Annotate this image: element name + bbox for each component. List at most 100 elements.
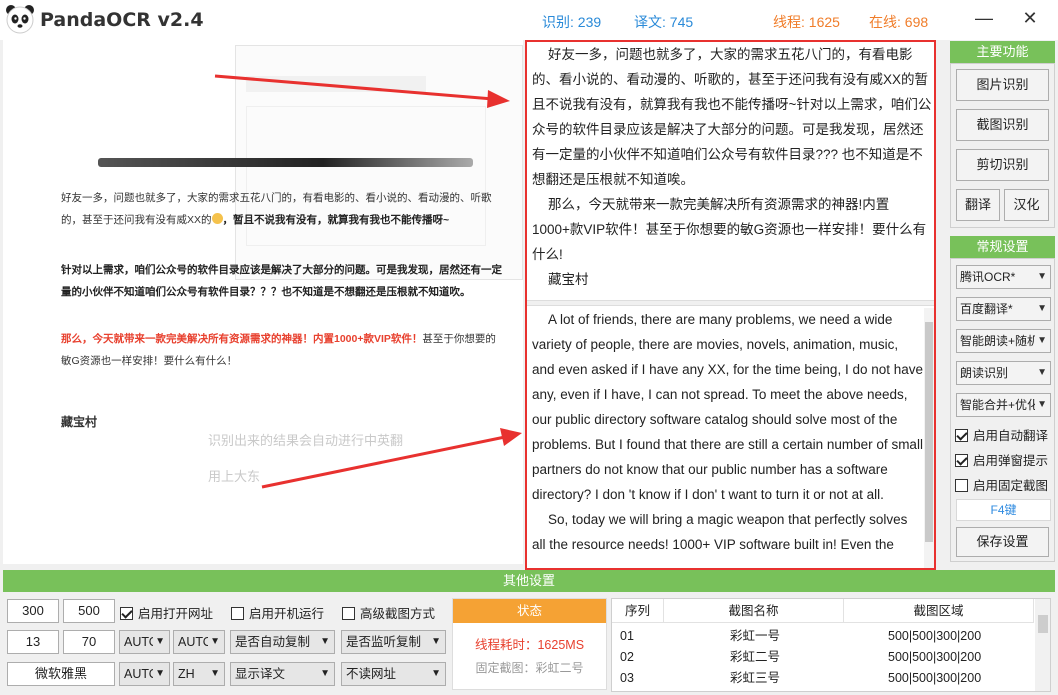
advanced-screenshot-checkbox[interactable]: 高级截图方式	[342, 603, 435, 622]
app-title: PandaOCR v2.4	[40, 9, 204, 31]
monitor-copy-select[interactable]: 是否监听复制 ▼	[341, 630, 446, 654]
read-mode-select[interactable]: 智能朗读+随机 ▼	[956, 329, 1051, 353]
ocr-result-panel[interactable]: 好友一多，问题也就多了，大家的需求五花八门的，有看电影的、看小说的、看动漫的、听…	[525, 40, 936, 570]
other-settings: 其他设置 300 500 启用打开网址 启用开机运行 高级截图方式 13 70 …	[3, 570, 1056, 694]
checkbox-checked-icon	[120, 607, 133, 620]
status-header: 状态	[453, 599, 606, 623]
general-settings-group: 腾讯OCR* ▼ 百度翻译* ▼ 智能朗读+随机 ▼ 朗读识别 ▼ 智能合并+优化 ▼ 启…	[950, 258, 1055, 562]
other-settings-header: 其他设置	[3, 570, 1055, 592]
preview-paragraph-3: 那么，今天就带来一款完美解决所有资源需求的神器！内置1000+款VIP软件！甚至…	[61, 333, 496, 367]
dark-bar	[98, 158, 473, 167]
auto-translate-checkbox[interactable]: 启用自动翻译	[955, 425, 1048, 444]
fixed-screenshot-status: 固定截图：彩虹二号	[475, 661, 584, 675]
table-cell[interactable]: 03	[620, 668, 634, 689]
table-cell[interactable]: 500|500|300|200	[888, 668, 981, 689]
chevron-down-icon: ▼	[153, 663, 165, 685]
cn-paragraph-3: 藏宝村	[548, 272, 589, 287]
status-panel: 状态 线程耗时：1625MS 固定截图：彩虹二号	[452, 598, 607, 690]
chinese-result[interactable]: 好友一多，问题也就多了，大家的需求五花八门的，有看电影的、看小说的、看动漫的、听…	[532, 42, 934, 292]
preview-paragraph-2: 针对以上需求，咱们公众号的软件目录应该是解决了大部分的问题。可是我发现，居然还有…	[61, 264, 502, 298]
x-input[interactable]: 13	[7, 630, 59, 654]
auto-select-2[interactable]: AUTO ▼	[173, 630, 225, 654]
chevron-down-icon: ▼	[208, 663, 220, 685]
column-header[interactable]: 截图区域	[844, 599, 1034, 623]
chevron-down-icon: ▼	[1035, 298, 1047, 320]
translate-count: 译文: 745	[634, 14, 694, 30]
en-paragraph-2: So, today we will bring a magic weapon t…	[532, 512, 908, 552]
close-button[interactable]: ✕	[1012, 4, 1048, 32]
width-input[interactable]: 300	[7, 599, 59, 623]
save-settings-button[interactable]: 保存设置	[956, 527, 1049, 557]
preview-treasure: 藏宝村	[61, 415, 98, 429]
table-cell[interactable]: 彩虹二号	[730, 647, 780, 668]
emoji-icon	[211, 213, 223, 224]
faint-text-2: 用上大东	[208, 469, 261, 484]
screenshot-table[interactable]: 序列 截图名称 截图区域 01 彩虹一号 500|500|300|200 02 …	[611, 598, 1051, 692]
table-cell[interactable]: 500|500|300|200	[888, 647, 981, 668]
table-cell[interactable]: 彩虹三号	[730, 668, 780, 689]
table-scrollbar-thumb[interactable]	[1038, 615, 1048, 633]
table-scrollbar[interactable]	[1035, 599, 1050, 691]
checkbox-unchecked-icon	[231, 607, 244, 620]
title-bar: PandaOCR v2.4 识别: 239 译文: 745 线程: 1625 在…	[0, 0, 1058, 40]
thread-time: 线程耗时：1625MS	[474, 638, 585, 652]
chevron-down-icon: ▼	[429, 631, 441, 653]
y-input[interactable]: 70	[63, 630, 115, 654]
language-select[interactable]: ZH ▼	[173, 662, 225, 686]
screenshot-preview: 好友一多，问题也就多了，大家的需求五花八门的，有看电影的、看小说的、看动漫的、听…	[3, 40, 523, 564]
chevron-down-icon: ▼	[1035, 266, 1047, 288]
chevron-down-icon: ▼	[208, 631, 220, 653]
online-count: 在线: 698	[869, 14, 929, 30]
ocr-engine-select[interactable]: 腾讯OCR* ▼	[956, 265, 1051, 289]
chevron-down-icon: ▼	[153, 631, 165, 653]
height-input[interactable]: 500	[63, 599, 115, 623]
cn-paragraph-2: 那么，今天就带来一款完美解决所有资源需求的神器!内置1000+款VIP软件！甚至…	[532, 197, 927, 262]
table-cell[interactable]: 500|500|300|200	[888, 626, 981, 647]
chevron-down-icon: ▼	[318, 663, 330, 685]
popup-tip-checkbox[interactable]: 启用弹窗提示	[955, 450, 1048, 469]
fixed-screenshot-checkbox[interactable]: 启用固定截图	[955, 475, 1048, 494]
table-cell[interactable]: 彩虹一号	[730, 626, 780, 647]
chevron-down-icon: ▼	[1035, 330, 1047, 352]
chevron-down-icon: ▼	[318, 631, 330, 653]
chevron-down-icon: ▼	[429, 663, 441, 685]
checkbox-unchecked-icon	[955, 479, 968, 492]
table-cell[interactable]: 01	[620, 626, 634, 647]
auto-select-1[interactable]: AUTO ▼	[119, 630, 170, 654]
localize-button[interactable]: 汉化	[1004, 189, 1049, 221]
image-recognize-button[interactable]: 图片识别	[956, 69, 1049, 101]
clipboard-recognize-button[interactable]: 剪切识别	[956, 149, 1049, 181]
scrollbar[interactable]	[924, 308, 934, 568]
english-result[interactable]: A lot of friends, there are many problem…	[532, 307, 924, 557]
auto-start-checkbox[interactable]: 启用开机运行	[231, 603, 324, 622]
splitter[interactable]	[527, 300, 934, 306]
minimize-button[interactable]: —	[966, 4, 1002, 32]
read-url-select[interactable]: 不读网址 ▼	[341, 662, 446, 686]
hotkey-field[interactable]: F4键	[956, 499, 1051, 521]
checkbox-checked-icon	[955, 429, 968, 442]
panda-logo-icon	[6, 5, 34, 34]
translate-engine-select[interactable]: 百度翻译* ▼	[956, 297, 1051, 321]
checkbox-unchecked-icon	[342, 607, 355, 620]
table-cell[interactable]: 02	[620, 647, 634, 668]
faint-text-1: 识别出来的结果会自动进行中英翻	[208, 433, 404, 448]
translate-button[interactable]: 翻译	[956, 189, 1000, 221]
column-header[interactable]: 序列	[612, 599, 664, 623]
column-header[interactable]: 截图名称	[664, 599, 844, 623]
recognize-count: 识别: 239	[542, 14, 602, 30]
en-paragraph-1: A lot of friends, there are many problem…	[532, 312, 923, 502]
main-functions-header: 主要功能	[950, 41, 1055, 63]
auto-select-3[interactable]: AUTO ▼	[119, 662, 170, 686]
merge-mode-select[interactable]: 智能合并+优化 ▼	[956, 393, 1051, 417]
preview-paragraph-1: 好友一多，问题也就多了，大家的需求五花八门的，有看电影的、看小说的、看动漫的、听…	[61, 192, 492, 226]
cn-paragraph-1: 好友一多，问题也就多了，大家的需求五花八门的，有看电影的、看小说的、看动漫的、听…	[532, 47, 932, 187]
font-input[interactable]: 微软雅黑	[7, 662, 115, 686]
chevron-down-icon: ▼	[1035, 362, 1047, 384]
scrollbar-thumb[interactable]	[925, 322, 933, 542]
auto-copy-select[interactable]: 是否自动复制 ▼	[230, 630, 335, 654]
checkbox-checked-icon	[955, 454, 968, 467]
screenshot-recognize-button[interactable]: 截图识别	[956, 109, 1049, 141]
show-translation-select[interactable]: 显示译文 ▼	[230, 662, 335, 686]
open-url-checkbox[interactable]: 启用打开网址	[120, 603, 213, 622]
read-recognize-select[interactable]: 朗读识别 ▼	[956, 361, 1051, 385]
